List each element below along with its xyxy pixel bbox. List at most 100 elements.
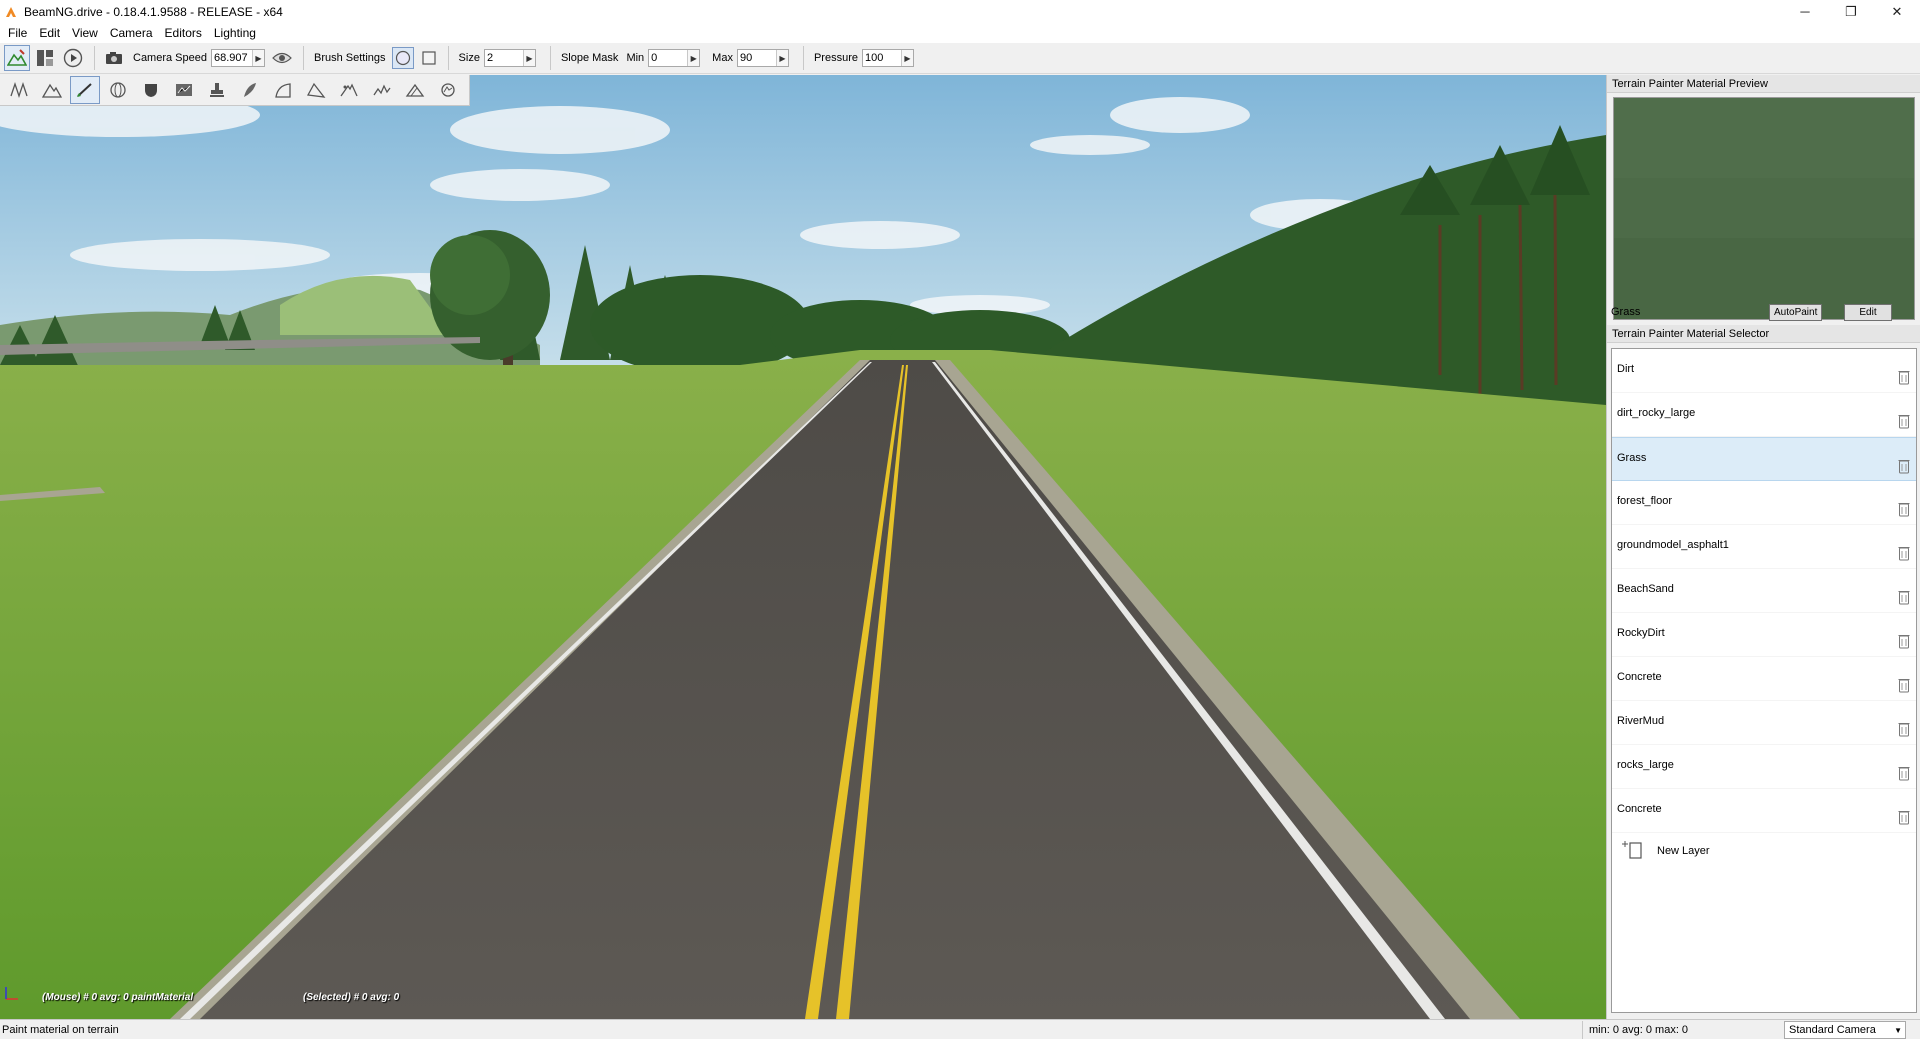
eye-icon bbox=[272, 52, 292, 64]
preview-panel-header: Terrain Painter Material Preview bbox=[1607, 75, 1920, 93]
status-text: Paint material on terrain bbox=[2, 1023, 119, 1036]
tool-slope-button[interactable] bbox=[400, 76, 430, 104]
globe-icon bbox=[110, 82, 126, 98]
delete-icon[interactable] bbox=[1898, 677, 1910, 693]
size-arrow[interactable]: ▶ bbox=[522, 50, 535, 66]
delete-icon[interactable] bbox=[1898, 413, 1910, 429]
material-row[interactable]: BeachSand bbox=[1612, 569, 1916, 613]
tool-select-button[interactable] bbox=[4, 76, 34, 104]
axis-gizmo-icon bbox=[5, 987, 18, 1000]
menu-lighting[interactable]: Lighting bbox=[208, 23, 262, 43]
max-input[interactable] bbox=[737, 50, 776, 66]
terrain-editor-button[interactable] bbox=[4, 45, 30, 71]
object-editor-button[interactable] bbox=[32, 45, 58, 71]
material-row[interactable]: groundmodel_asphalt1 bbox=[1612, 525, 1916, 569]
size-input[interactable] bbox=[484, 50, 523, 66]
tool-heightmap-button[interactable] bbox=[169, 76, 199, 104]
new-layer-icon bbox=[1622, 841, 1642, 859]
material-name: Concrete bbox=[1617, 803, 1662, 815]
layout-icon bbox=[37, 50, 53, 66]
tool-flatten-button[interactable] bbox=[301, 76, 331, 104]
min-arrow[interactable]: ▶ bbox=[687, 50, 700, 66]
tool-ramp-button[interactable] bbox=[268, 76, 298, 104]
material-row[interactable]: RockyDirt bbox=[1612, 613, 1916, 657]
max-label: Max bbox=[712, 52, 733, 64]
camera-speed-field: ▶ bbox=[211, 49, 265, 67]
chevron-down-icon: ▼ bbox=[1894, 1025, 1902, 1035]
menu-file[interactable]: File bbox=[2, 23, 33, 43]
material-name: RockyDirt bbox=[1617, 627, 1665, 639]
close-button[interactable]: ✕ bbox=[1874, 0, 1920, 23]
delete-icon[interactable] bbox=[1898, 589, 1910, 605]
pressure-arrow[interactable]: ▶ bbox=[900, 50, 913, 66]
restore-button[interactable]: ❐ bbox=[1828, 0, 1874, 23]
tool-erosion-button[interactable] bbox=[334, 76, 364, 104]
minimize-button[interactable]: ─ bbox=[1782, 0, 1828, 23]
brush-settings-label: Brush Settings bbox=[314, 52, 386, 64]
delete-icon[interactable] bbox=[1898, 545, 1910, 561]
camera-speed-input[interactable] bbox=[212, 50, 252, 66]
terrain-map-icon bbox=[176, 84, 192, 96]
delete-icon[interactable] bbox=[1898, 721, 1910, 737]
selector-panel-header: Terrain Painter Material Selector bbox=[1607, 325, 1920, 343]
tool-paint-button[interactable] bbox=[70, 76, 100, 104]
camera-speed-label: Camera Speed bbox=[133, 52, 207, 64]
tool-smooth-button[interactable] bbox=[235, 76, 265, 104]
delete-icon[interactable] bbox=[1898, 765, 1910, 781]
tool-shape-button[interactable] bbox=[136, 76, 166, 104]
material-row-selected[interactable]: Grass bbox=[1612, 437, 1916, 481]
material-name: Dirt bbox=[1617, 363, 1635, 375]
preview-footer: Grass AutoPaint Edit bbox=[1611, 301, 1917, 323]
tool-settings-button[interactable] bbox=[433, 76, 463, 104]
pressure-field: ▶ bbox=[861, 49, 914, 67]
material-row[interactable]: forest_floor bbox=[1612, 481, 1916, 525]
material-name: Concrete bbox=[1617, 671, 1662, 683]
material-row[interactable]: dirt_rocky_large bbox=[1612, 393, 1916, 437]
terrain-editor-icon bbox=[7, 49, 27, 66]
delete-icon[interactable] bbox=[1898, 369, 1910, 385]
visibility-button[interactable] bbox=[269, 45, 295, 71]
beamng-logo-icon bbox=[6, 6, 16, 17]
tool-stamp-button[interactable] bbox=[202, 76, 232, 104]
play-game-button[interactable] bbox=[60, 45, 86, 71]
tool-sphere-button[interactable] bbox=[103, 76, 133, 104]
terrain-scene bbox=[0, 75, 1606, 1019]
brush-square-button[interactable] bbox=[418, 47, 440, 69]
camera-button[interactable] bbox=[101, 45, 127, 71]
edit-material-button[interactable]: Edit bbox=[1844, 303, 1892, 321]
material-name: groundmodel_asphalt1 bbox=[1617, 539, 1729, 551]
delete-icon[interactable] bbox=[1898, 458, 1910, 474]
menu-view[interactable]: View bbox=[66, 23, 104, 43]
mountain-icon bbox=[42, 83, 62, 98]
delete-icon[interactable] bbox=[1898, 501, 1910, 517]
material-row[interactable]: rocks_large bbox=[1612, 745, 1916, 789]
terrain-settings-icon bbox=[441, 83, 455, 97]
material-row[interactable]: Concrete bbox=[1612, 789, 1916, 833]
menu-camera[interactable]: Camera bbox=[104, 23, 159, 43]
material-row[interactable]: Dirt bbox=[1612, 349, 1916, 393]
delete-icon[interactable] bbox=[1898, 633, 1910, 649]
mouse-info-overlay: (Mouse) # 0 avg: 0 paintMaterial bbox=[42, 992, 194, 1003]
camera-speed-arrow[interactable]: ▶ bbox=[252, 50, 264, 66]
tool-raise-button[interactable] bbox=[37, 76, 67, 104]
material-name: Grass bbox=[1617, 452, 1647, 464]
material-row[interactable]: RiverMud bbox=[1612, 701, 1916, 745]
pressure-input[interactable] bbox=[862, 50, 901, 66]
tool-noise-button[interactable] bbox=[367, 76, 397, 104]
autopaint-button[interactable]: AutoPaint bbox=[1769, 303, 1823, 321]
ramp-icon bbox=[275, 83, 291, 98]
delete-icon[interactable] bbox=[1898, 809, 1910, 825]
new-layer-button[interactable]: New Layer bbox=[1612, 833, 1916, 877]
min-input[interactable] bbox=[649, 50, 688, 66]
3d-viewport[interactable]: (Mouse) # 0 avg: 0 paintMaterial (Select… bbox=[0, 75, 1606, 1019]
brush-circle-button[interactable] bbox=[391, 47, 414, 69]
material-row[interactable]: Concrete bbox=[1612, 657, 1916, 701]
menu-edit[interactable]: Edit bbox=[33, 23, 66, 43]
camera-mode-select[interactable]: Standard Camera ▼ bbox=[1784, 1020, 1906, 1039]
menu-editors[interactable]: Editors bbox=[159, 23, 208, 43]
slope-mask-label: Slope Mask bbox=[560, 52, 619, 64]
shield-icon bbox=[145, 84, 157, 97]
toolbar-separator bbox=[303, 46, 304, 70]
max-arrow[interactable]: ▶ bbox=[775, 50, 788, 66]
select-grid-icon bbox=[10, 81, 28, 99]
